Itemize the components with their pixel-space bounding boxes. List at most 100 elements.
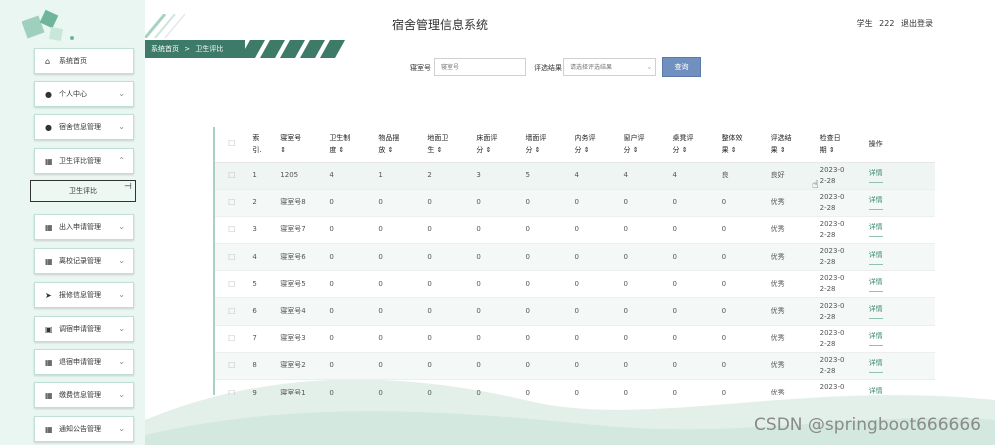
column-header[interactable]: 寝室号 ⇕: [276, 127, 326, 163]
column-header[interactable]: 整体效果 ⇕: [717, 127, 767, 163]
logout-link[interactable]: 退出登录: [901, 19, 933, 28]
column-header[interactable]: 床面评分 ⇕: [472, 127, 522, 163]
result-select[interactable]: [563, 58, 656, 76]
table-cell: 5: [248, 270, 277, 299]
table-cell: 0: [717, 216, 767, 245]
table-cell: 0: [472, 216, 522, 245]
table-cell: 0: [717, 352, 767, 381]
user-area: 学生 222 退出登录: [853, 18, 933, 29]
sidebar-item-hygiene[interactable]: ▦ 卫生评比管理 ⌃: [34, 148, 134, 174]
column-header-line: ⇕: [280, 146, 287, 155]
hygiene-table: ☐ 索引. 寝室号 ⇕ 卫生制度 ⇕ 物品摆放 ⇕ 地面卫生 ⇕ 床面评分 ⇕ 墙面评分 ⇕ 内务…: [213, 127, 935, 395]
detail-link[interactable]: 详情: [868, 250, 883, 265]
sidebar-item-payment-info[interactable]: ▦ 缴费信息管理 ⌄: [34, 382, 134, 408]
table-cell: 0: [668, 189, 718, 217]
row-checkbox[interactable]: ☐: [215, 352, 249, 381]
table-row[interactable]: ☐ 3 寝室号7 0 0 0 0 0 0 0 0 0 优秀 2023-0 2-28 详情: [215, 216, 935, 245]
table-cell: 0: [374, 243, 424, 272]
column-header[interactable]: 地面卫生 ⇕: [423, 127, 473, 163]
table-row[interactable]: ☐ 8 寝室号2 0 0 0 0 0 0 0 0 0 优秀 2023-0 2-28 详情: [215, 352, 935, 381]
column-header[interactable]: 窗户评分 ⇕: [619, 127, 669, 163]
table-row[interactable]: ☐ 2 寝室号8 0 0 0 0 0 0 0 0 0 优秀 2023-0 2-28 详情: [215, 189, 935, 217]
table-cell: 0: [472, 352, 522, 381]
table-cell: 2: [423, 162, 473, 190]
dorm-number-input[interactable]: [434, 58, 526, 76]
breadcrumb: 系统首页 > 卫生评比: [145, 40, 245, 58]
column-header[interactable]: 桌凳评分 ⇕: [668, 127, 718, 163]
sidebar-item-notices[interactable]: ▦ 通知公告管理 ⌄: [34, 416, 134, 442]
table-cell: 寝室号1: [276, 379, 326, 395]
detail-link[interactable]: 详情: [868, 168, 883, 184]
table-row[interactable]: ☐ 4 寝室号6 0 0 0 0 0 0 0 0 0 优秀 2023-0 2-28 详情: [215, 243, 935, 272]
table-cell: 0: [717, 189, 767, 217]
sidebar-item-transfer-request[interactable]: ▣ 调宿申请管理 ⌄: [34, 316, 134, 342]
table-cell: 0: [374, 216, 424, 245]
breadcrumb-current: 卫生评比: [195, 45, 224, 53]
column-header[interactable]: 物品摆放 ⇕: [374, 127, 424, 163]
detail-link[interactable]: 详情: [868, 358, 883, 374]
detail-link[interactable]: 详情: [869, 386, 883, 395]
column-header[interactable]: 检查日期 ⇕: [815, 127, 865, 163]
table-cell: 寝室号5: [276, 270, 326, 299]
search-button[interactable]: 查询: [662, 57, 701, 77]
table-cell: 0: [472, 325, 522, 353]
table-cell: 优秀: [766, 352, 816, 381]
column-header[interactable]: 操作: [864, 127, 935, 163]
table-row[interactable]: ☐ 1 1205 4 1 2 3 5 4 4 4 良良好 2023-0 2-28 详情: [215, 162, 935, 190]
table-cell: 0: [619, 325, 669, 353]
date-line: 2-28: [819, 312, 836, 321]
table-cell: 0: [717, 243, 767, 272]
sidebar-item-checkout-request[interactable]: ▦ 退宿申请管理 ⌄: [34, 349, 134, 375]
grid-icon: ▦: [45, 390, 53, 400]
column-header[interactable]: 内务评分 ⇕: [570, 127, 620, 163]
column-header-line: 评选结: [770, 134, 792, 143]
table-cell: 0: [668, 216, 718, 245]
sidebar-item-repair-info[interactable]: ➤ 报修信息管理 ⌄: [34, 282, 134, 308]
sidebar-item-home[interactable]: ⌂ 系统首页: [34, 48, 134, 74]
table-row[interactable]: ☐ 7 寝室号3 0 0 0 0 0 0 0 0 0 优秀 2023-0 2-28 详情: [215, 325, 935, 353]
row-checkbox[interactable]: ☐: [215, 297, 249, 326]
row-checkbox[interactable]: ☐: [215, 270, 249, 299]
table-row[interactable]: ☐9寝室号1000000000优秀2023-02-28详情: [215, 379, 935, 395]
sidebar-item-dorm-info[interactable]: ● 宿舍信息管理 ⌄: [34, 114, 134, 140]
column-header-line: 卫生制: [329, 134, 351, 143]
check-date-cell: 2023-0 2-28: [815, 270, 865, 299]
row-checkbox[interactable]: ☐: [215, 189, 249, 217]
table-cell: 0: [521, 270, 571, 299]
table-cell: 0: [325, 297, 375, 326]
sidebar-item-leave-records[interactable]: ▦ 离校记录管理 ⌄: [34, 248, 134, 274]
table-cell: 4: [325, 162, 375, 190]
sidebar-subitem-hygiene-rating[interactable]: 卫生评比: [30, 180, 136, 202]
table-header-row: ☐ 索引. 寝室号 ⇕ 卫生制度 ⇕ 物品摆放 ⇕ 地面卫生 ⇕ 床面评分 ⇕ 墙面评分 ⇕ 内务…: [215, 127, 935, 163]
row-checkbox[interactable]: ☐: [215, 325, 249, 353]
detail-link[interactable]: 详情: [868, 222, 883, 238]
detail-link[interactable]: 详情: [868, 331, 883, 347]
table-cell: 0: [423, 325, 473, 353]
row-checkbox[interactable]: ☐: [215, 243, 249, 272]
select-all-checkbox[interactable]: ☐: [215, 127, 249, 163]
column-header-line: 引.: [252, 146, 262, 155]
table-cell: 0: [717, 297, 767, 326]
sidebar-item-personal-center[interactable]: ● 个人中心 ⌄: [34, 81, 134, 107]
table-row[interactable]: ☐ 6 寝室号4 0 0 0 0 0 0 0 0 0 优秀 2023-0 2-28 详情: [215, 297, 935, 326]
row-checkbox[interactable]: ☐: [215, 216, 249, 245]
column-header[interactable]: 墙面评分 ⇕: [521, 127, 571, 163]
sidebar-item-access-request[interactable]: ▦ 出入申请管理 ⌄: [34, 214, 134, 240]
column-header-line: 度 ⇕: [329, 146, 345, 155]
date-line: 2-28: [819, 176, 836, 185]
column-header[interactable]: 索引.: [248, 127, 277, 163]
table-cell: 0: [717, 379, 767, 395]
table-cell: 0: [423, 216, 473, 245]
dorm-number-label: 寝室号: [410, 64, 431, 72]
table-row[interactable]: ☐ 5 寝室号5 0 0 0 0 0 0 0 0 0 优秀 2023-0 2-28 详情: [215, 270, 935, 299]
action-cell: 详情: [864, 325, 935, 353]
column-header[interactable]: 卫生制度 ⇕: [325, 127, 375, 163]
detail-link[interactable]: 详情: [868, 277, 883, 292]
detail-link[interactable]: 详情: [868, 195, 883, 211]
row-checkbox[interactable]: ☐: [215, 162, 249, 190]
column-header[interactable]: 评选结果 ⇕: [766, 127, 816, 163]
action-cell: 详情: [864, 297, 935, 326]
detail-link[interactable]: 详情: [868, 304, 883, 320]
row-checkbox[interactable]: ☐: [215, 379, 249, 395]
breadcrumb-home[interactable]: 系统首页: [151, 45, 179, 53]
